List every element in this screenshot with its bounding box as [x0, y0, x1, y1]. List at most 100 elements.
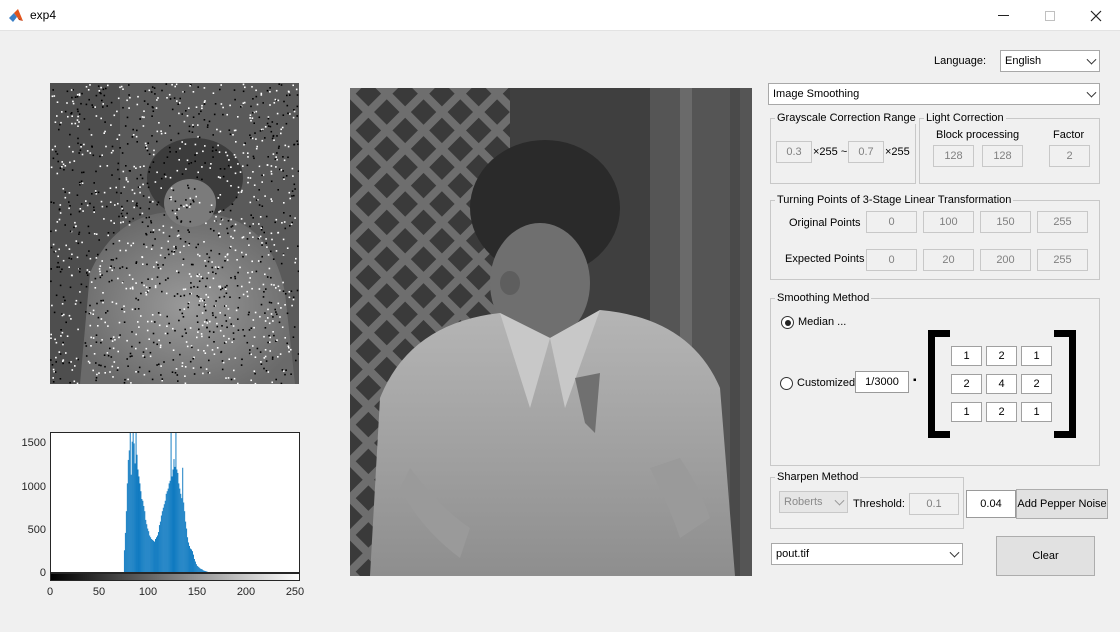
block-height-field[interactable]: 128 — [982, 145, 1023, 167]
histogram-plot — [50, 432, 300, 573]
histogram-bar — [127, 459, 129, 572]
original-point-field[interactable]: 100 — [923, 211, 974, 233]
add-pepper-noise-button[interactable]: Add Pepper Noise — [1016, 489, 1108, 519]
histogram-bar — [175, 433, 177, 572]
histogram-bar — [180, 493, 182, 572]
x-tick-label: 250 — [285, 586, 305, 598]
histogram-bar — [160, 515, 162, 572]
histogram-bar — [191, 549, 192, 572]
histogram-bar — [194, 561, 196, 572]
histogram-bar — [151, 538, 153, 572]
kernel-cell[interactable]: 1 — [1021, 402, 1052, 422]
histogram-bar — [136, 454, 138, 572]
kernel-cell[interactable]: 4 — [986, 374, 1017, 394]
kernel-cell[interactable]: 2 — [1021, 374, 1052, 394]
original-point-field[interactable]: 255 — [1037, 211, 1088, 233]
histogram-bar — [134, 463, 136, 572]
histogram-bar — [137, 469, 139, 572]
histogram-bar — [146, 524, 148, 572]
left-bracket — [928, 330, 950, 438]
threshold-field[interactable]: 0.1 — [909, 493, 959, 515]
histogram-bar — [181, 498, 183, 572]
language-dropdown[interactable]: English — [1000, 50, 1100, 72]
histogram-bar — [165, 493, 167, 572]
multiply-dot: ▪ — [913, 375, 917, 386]
histogram-bar — [192, 551, 193, 572]
histogram-bar — [176, 469, 178, 572]
histogram-bar — [173, 459, 175, 572]
histogram-bar — [124, 532, 126, 572]
histogram-bar — [148, 531, 150, 572]
histogram-bar — [174, 466, 176, 572]
histogram-bar — [205, 571, 207, 572]
x-tick-label: 100 — [138, 586, 158, 598]
kernel-cell[interactable]: 1 — [951, 402, 982, 422]
original-points-label: Original Points — [789, 217, 861, 229]
original-point-field[interactable]: 150 — [980, 211, 1031, 233]
histogram-bar — [145, 519, 147, 572]
kernel-cell[interactable]: 2 — [986, 402, 1017, 422]
light-correction-title: Light Correction — [924, 112, 1006, 124]
histogram-bar — [157, 532, 159, 572]
processed-image — [350, 88, 752, 576]
kernel-cell[interactable]: 1 — [1021, 346, 1052, 366]
customized-radio[interactable] — [780, 377, 793, 390]
histogram-bar — [129, 433, 131, 572]
histogram-bar — [196, 565, 198, 572]
histogram-bar — [150, 537, 152, 572]
noise-density-field[interactable]: 0.04 — [966, 490, 1016, 518]
kernel-cell[interactable]: 1 — [951, 346, 982, 366]
factor-label: Factor — [1053, 129, 1085, 141]
kernel-coefficient-field[interactable]: 1/3000 — [855, 371, 909, 393]
expected-point-field[interactable]: 0 — [866, 249, 917, 271]
median-radio[interactable] — [781, 316, 794, 329]
histogram-bars — [123, 433, 208, 572]
expected-point-field[interactable]: 255 — [1037, 249, 1088, 271]
gray-high-field[interactable]: 0.7 — [848, 141, 884, 163]
file-dropdown[interactable]: pout.tif — [771, 543, 963, 565]
y-tick-label: 1500 — [21, 437, 46, 449]
histogram-bar — [166, 491, 168, 572]
histogram-bar — [183, 502, 185, 572]
expected-points-label: Expected Points — [785, 253, 865, 265]
maximize-button[interactable] — [1027, 0, 1073, 31]
histogram-bar — [142, 500, 144, 572]
block-width-field[interactable]: 128 — [933, 145, 974, 167]
kernel-cell[interactable]: 2 — [951, 374, 982, 394]
histogram-bar — [203, 570, 205, 572]
histogram-bar — [199, 568, 201, 572]
histogram-bar — [158, 525, 160, 572]
x-tick-label: 50 — [92, 586, 106, 598]
language-value: English — [1005, 55, 1042, 67]
clear-button[interactable]: Clear — [996, 536, 1095, 576]
gray-unit-label: ×255 — [885, 146, 910, 158]
expected-point-field[interactable]: 200 — [980, 249, 1031, 271]
histogram-bar — [171, 476, 173, 572]
kernel-cell[interactable]: 2 — [986, 346, 1017, 366]
histogram-bar — [178, 483, 180, 572]
histogram-bar — [186, 528, 188, 572]
histogram-bar — [143, 505, 145, 572]
histogram-bar — [185, 521, 187, 572]
close-button[interactable] — [1073, 0, 1119, 31]
histogram-bar — [147, 528, 149, 572]
gray-low-field[interactable]: 0.3 — [776, 141, 812, 163]
sharpen-method-dropdown[interactable]: Roberts — [779, 491, 848, 513]
y-tick-label: 0 — [39, 567, 46, 579]
histogram-bar — [193, 558, 195, 572]
histogram-bar — [149, 535, 151, 572]
operation-dropdown[interactable]: Image Smoothing — [768, 83, 1100, 105]
histogram-bar — [123, 550, 125, 572]
histogram-bar — [131, 441, 133, 572]
expected-point-field[interactable]: 20 — [923, 249, 974, 271]
histogram-bar — [170, 433, 172, 572]
title-bar — [0, 0, 1120, 31]
gray-colorbar — [50, 573, 300, 581]
block-processing-label: Block processing — [936, 129, 1020, 141]
minimize-button[interactable] — [980, 0, 1026, 31]
histogram-bar — [135, 433, 137, 572]
sharpen-method-title: Sharpen Method — [775, 471, 861, 483]
y-tick-label: 1000 — [21, 481, 46, 493]
factor-field[interactable]: 2 — [1049, 145, 1090, 167]
original-point-field[interactable]: 0 — [866, 211, 917, 233]
